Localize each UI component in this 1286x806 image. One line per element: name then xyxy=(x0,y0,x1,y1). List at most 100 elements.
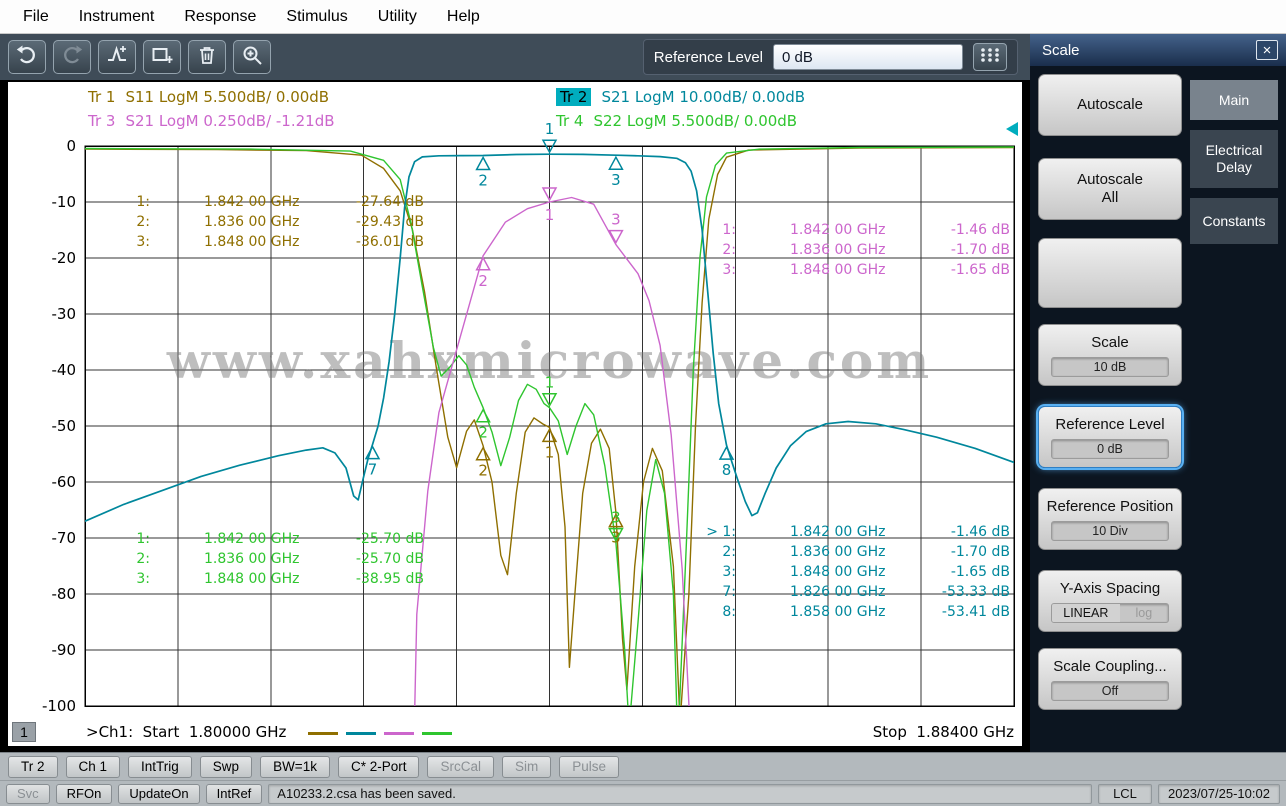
menu-file[interactable]: File xyxy=(8,0,64,33)
menu-utility[interactable]: Utility xyxy=(363,0,432,33)
screen-capture-button[interactable] xyxy=(143,40,181,74)
int-ref-button[interactable]: IntRef xyxy=(205,783,263,804)
marker-num: 3: xyxy=(136,571,150,587)
reference-level-input[interactable] xyxy=(773,44,963,70)
blank-button[interactable] xyxy=(1038,238,1182,308)
menu-stimulus[interactable]: Stimulus xyxy=(271,0,362,33)
reference-position-button[interactable]: Reference Position 10 Div xyxy=(1038,488,1182,550)
marker-readout-tr2: > 1: 1.842 00 GHz -1.46 dB 2: 1.836 00 GHz -… xyxy=(700,522,1010,622)
trace4-legend-dash xyxy=(422,732,452,735)
legend-trace4: Tr 4 S22 LogM 5.500dB/ 0.00dB xyxy=(556,112,797,130)
trace1-name[interactable]: Tr 1 xyxy=(88,88,115,106)
chart-canvas: 0-10-20-30-40-50-60-70-80-90-100www.xahx… xyxy=(42,120,1018,747)
scale-value: 10 dB xyxy=(1051,356,1169,377)
trigger-button[interactable]: IntTrig xyxy=(128,755,192,778)
scale-button[interactable]: Scale 10 dB xyxy=(1038,324,1182,386)
legend-trace1: Tr 1 S11 LogM 5.500dB/ 0.00dB xyxy=(88,88,329,106)
trace2-params: S21 LogM 10.00dB/ 0.00dB xyxy=(601,88,806,106)
scale-label: Scale xyxy=(1091,333,1129,351)
marker-value: -25.70 dB xyxy=(355,551,424,567)
reference-position-value: 10 Div xyxy=(1051,520,1169,541)
y-axis-spacing-value: LINEAR log xyxy=(1051,602,1169,623)
autoscale-all-button[interactable]: Autoscale All xyxy=(1038,158,1182,220)
trace-select-button[interactable]: Tr 2 xyxy=(8,755,58,778)
marker-value: -1.70 dB xyxy=(950,544,1010,560)
datetime-display: 2023/07/25-10:02 xyxy=(1158,783,1280,804)
add-marker-icon xyxy=(106,44,128,71)
marker-freq: 1.848 00 GHz xyxy=(790,564,886,580)
pulse-button: Pulse xyxy=(559,755,620,778)
marker-num: 3: xyxy=(722,262,736,278)
svg-text:8: 8 xyxy=(722,461,732,479)
svg-text:7: 7 xyxy=(368,461,378,479)
svg-text:3: 3 xyxy=(611,211,621,229)
y-axis-spacing-label: Y-Axis Spacing xyxy=(1059,579,1161,597)
menu-response[interactable]: Response xyxy=(169,0,271,33)
undo-icon xyxy=(16,44,38,71)
screen-capture-icon xyxy=(151,44,173,71)
svg-text:3: 3 xyxy=(611,171,621,189)
tab-constants[interactable]: Constants xyxy=(1190,198,1278,244)
sweep-start-label: >Ch1: Start 1.80000 GHz xyxy=(86,723,287,741)
svg-text:-50: -50 xyxy=(52,417,77,435)
marker-readout-tr1: 1: 1.842 00 GHz -27.64 dB 2: 1.836 00 GHz -2… xyxy=(114,192,424,252)
marker-tr2-3[interactable] xyxy=(608,155,624,170)
marker-value: -25.70 dB xyxy=(355,531,424,547)
redo-button[interactable] xyxy=(53,40,91,74)
undo-button[interactable] xyxy=(8,40,46,74)
trace-tr3[interactable] xyxy=(409,196,694,747)
menu-help[interactable]: Help xyxy=(432,0,495,33)
keypad-button[interactable] xyxy=(973,43,1007,71)
marker-freq: 1.836 00 GHz xyxy=(204,214,300,230)
y-axis-spacing-button[interactable]: Y-Axis Spacing LINEAR log xyxy=(1038,570,1182,632)
tab-electrical-delay[interactable]: Electrical Delay xyxy=(1190,130,1278,188)
trace3-name[interactable]: Tr 3 xyxy=(88,112,115,130)
sim-button: Sim xyxy=(502,755,552,778)
marker-value: -38.95 dB xyxy=(355,571,424,587)
tab-main[interactable]: Main xyxy=(1190,80,1278,120)
zoom-button[interactable] xyxy=(233,40,271,74)
marker-num: 1: xyxy=(136,531,150,547)
reference-level-label: Reference Level xyxy=(653,48,763,66)
y-axis-log-option[interactable]: log xyxy=(1120,604,1168,622)
svg-text:1: 1 xyxy=(545,120,555,138)
rf-on-button[interactable]: RFOn xyxy=(55,783,113,804)
marker-freq: 1.836 00 GHz xyxy=(790,544,886,560)
marker-num: > 1: xyxy=(706,524,736,540)
y-axis-linear-option[interactable]: LINEAR xyxy=(1052,603,1120,622)
svg-text:-30: -30 xyxy=(52,305,77,323)
autoscale-all-label: Autoscale All xyxy=(1077,171,1143,206)
trace2-legend-dash xyxy=(346,732,376,735)
marker-num: 1: xyxy=(722,222,736,238)
marker-tr3-2[interactable] xyxy=(475,256,491,271)
channel-select-button[interactable]: Ch 1 xyxy=(65,755,121,778)
reference-level-bar: Reference Level xyxy=(642,39,1018,75)
menu-instrument[interactable]: Instrument xyxy=(64,0,170,33)
svg-text:-80: -80 xyxy=(52,585,77,603)
delete-button[interactable] xyxy=(188,40,226,74)
scale-coupling-button[interactable]: Scale Coupling... Off xyxy=(1038,648,1182,710)
marker-value: -1.46 dB xyxy=(950,524,1010,540)
marker-value: -53.33 dB xyxy=(941,584,1010,600)
sweep-button[interactable]: Swp xyxy=(199,755,253,778)
marker-value: -1.46 dB xyxy=(950,222,1010,238)
channel-badge[interactable]: 1 xyxy=(12,722,36,742)
trace2-name[interactable]: Tr 2 xyxy=(556,88,592,106)
marker-num: 2: xyxy=(136,551,150,567)
marker-freq: 1.848 00 GHz xyxy=(790,262,886,278)
marker-tr2-2[interactable] xyxy=(475,155,491,171)
trace4-name[interactable]: Tr 4 xyxy=(556,112,583,130)
marker-freq: 1.858 00 GHz xyxy=(790,604,886,620)
bandwidth-button[interactable]: BW=1k xyxy=(260,755,330,778)
scale-panel-titlebar: Scale × xyxy=(1030,34,1286,66)
close-panel-button[interactable]: × xyxy=(1256,40,1278,60)
reference-level-button[interactable]: Reference Level 0 dB xyxy=(1038,406,1182,468)
autoscale-label: Autoscale xyxy=(1077,96,1143,113)
add-marker-button[interactable] xyxy=(98,40,136,74)
svg-text:2: 2 xyxy=(478,462,488,480)
autoscale-button[interactable]: Autoscale xyxy=(1038,74,1182,136)
redo-icon xyxy=(61,44,83,71)
update-on-button[interactable]: UpdateOn xyxy=(118,783,200,804)
cal-status-button[interactable]: C* 2-Port xyxy=(337,755,420,778)
marker-tr1-2[interactable] xyxy=(475,446,491,461)
